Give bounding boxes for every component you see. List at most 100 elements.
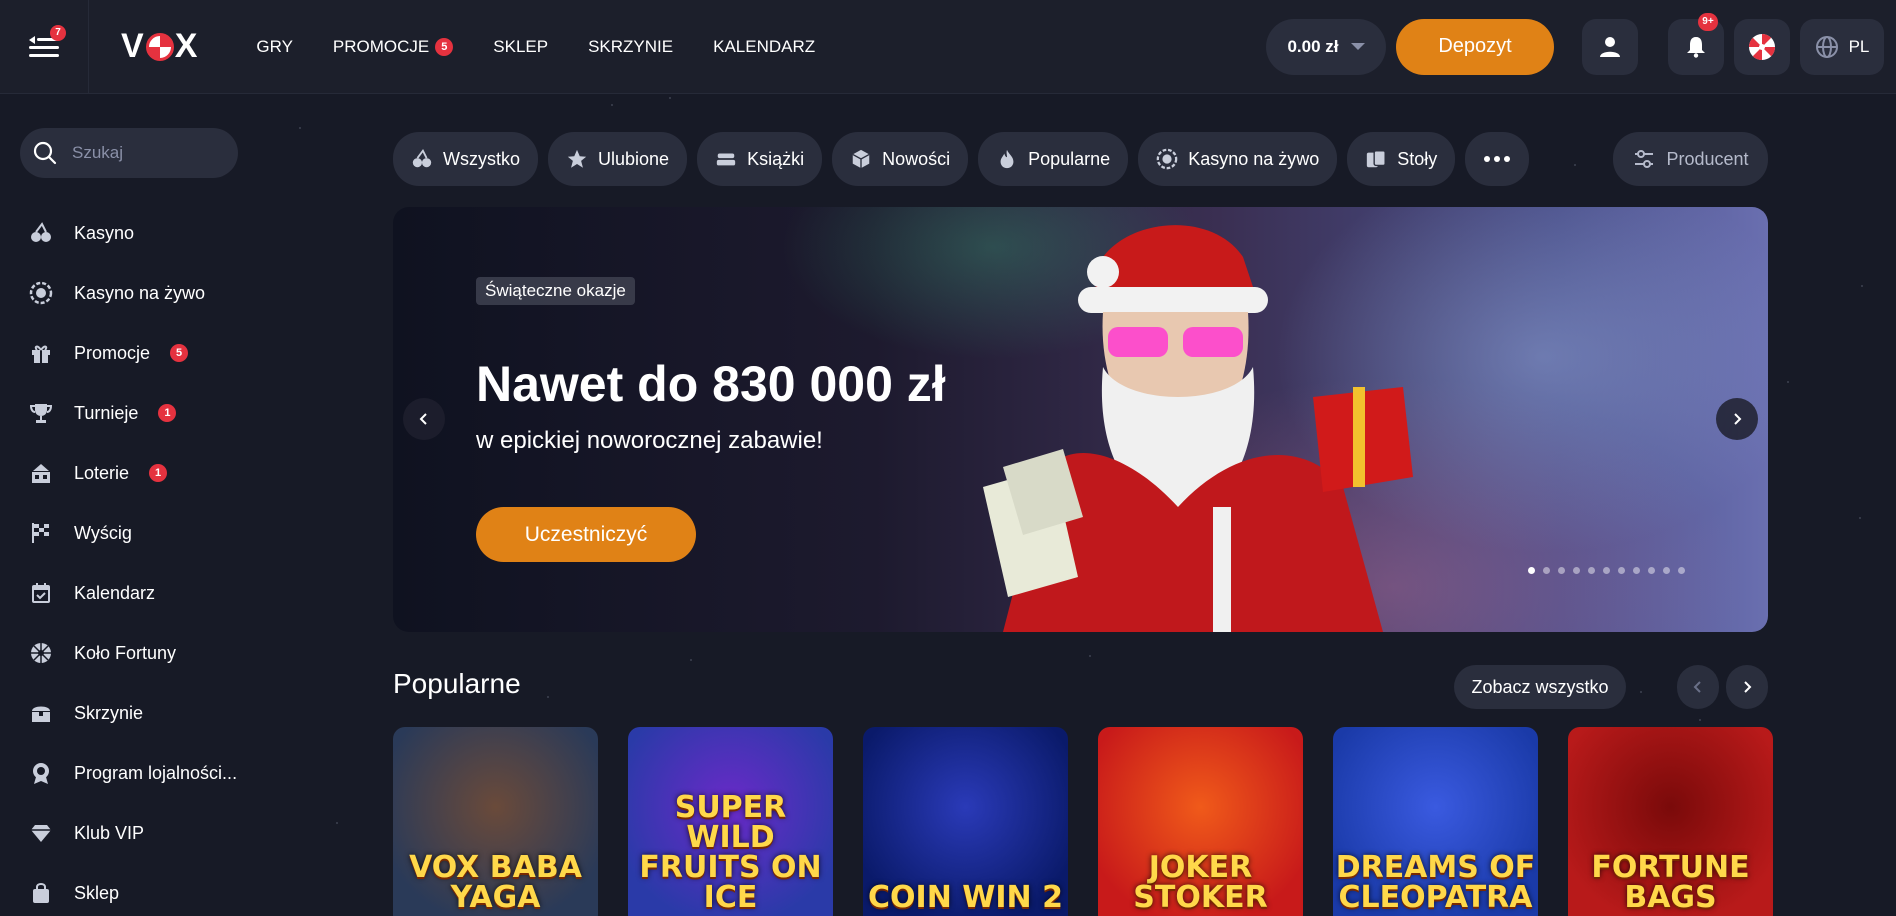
sidebar-item-turnieje[interactable]: Turnieje 1: [28, 383, 237, 443]
notifications-button[interactable]: 9+: [1668, 12, 1724, 75]
filter-ulubione[interactable]: Ulubione: [548, 132, 688, 186]
sidebar-item-badge: 1: [149, 464, 168, 482]
nav-skrzynie[interactable]: SKRZYNIE: [588, 37, 673, 57]
game-tile[interactable]: Vox Baba Yaga: [393, 727, 598, 916]
trophy-icon: [28, 400, 54, 426]
sidebar-item-label: Kalendarz: [74, 582, 156, 603]
pagination-dot[interactable]: [1648, 567, 1655, 574]
nav-promocje-badge: 5: [435, 37, 454, 56]
logo-text-x: X: [174, 27, 199, 65]
nav-kalendarz[interactable]: KALENDARZ: [713, 37, 815, 57]
pagination-dot[interactable]: [1618, 567, 1625, 574]
globe-icon: [1815, 35, 1838, 58]
game-title: Coin Win 2: [868, 880, 1063, 915]
sidebar-item-program-lojalnosci[interactable]: Program lojalności...: [28, 743, 237, 803]
fire-icon: [1000, 149, 1014, 169]
loyalty-icon: [28, 760, 54, 786]
profile-button[interactable]: [1582, 18, 1638, 75]
language-code: PL: [1848, 36, 1870, 56]
sliders-icon: [1635, 150, 1654, 168]
balance-value: 0.00 zł: [1287, 36, 1339, 56]
sidebar-item-sklep[interactable]: Sklep: [28, 863, 237, 916]
game-tile[interactable]: Fortune Bags: [1568, 727, 1773, 916]
main-nav: GRY PROMOCJE 5 SKLEP SKRZYNIE KALENDARZ: [256, 37, 815, 57]
sidebar-item-badge: 5: [170, 344, 189, 362]
popular-prev-button[interactable]: [1677, 665, 1719, 709]
see-all-button[interactable]: Zobacz wszystko: [1454, 665, 1626, 709]
menu-toggle-button[interactable]: 7: [0, 0, 89, 94]
popular-next-button[interactable]: [1726, 665, 1768, 709]
top-header: 7 VX GRY PROMOCJE 5 SKLEP SKRZYNIE KALEND…: [0, 0, 1896, 94]
language-selector[interactable]: PL: [1800, 18, 1884, 75]
game-tile[interactable]: Coin Win 2: [863, 727, 1068, 916]
bell-icon: [1687, 36, 1705, 58]
search-input[interactable]: [72, 143, 222, 163]
banner-cta-button[interactable]: Uczestniczyć: [476, 507, 696, 562]
filter-wszystko[interactable]: Wszystko: [393, 132, 539, 186]
sidebar-item-wyscig[interactable]: Wyścig: [28, 503, 237, 563]
cherries-icon: [412, 149, 432, 168]
balance-dropdown[interactable]: 0.00 zł: [1266, 18, 1386, 75]
chevron-right-icon: [1734, 413, 1742, 425]
game-tile[interactable]: Super Wild Fruits On Ice: [628, 727, 833, 916]
nav-promocje[interactable]: PROMOCJE 5: [333, 37, 454, 57]
filter-ksiazki[interactable]: Książki: [697, 132, 823, 186]
wheel-bonus-button[interactable]: [1734, 18, 1790, 75]
pagination-dot[interactable]: [1603, 567, 1610, 574]
banner-tag: Świąteczne okazje: [476, 277, 635, 305]
filter-kasyno-na-zywo[interactable]: Kasyno na żywo: [1138, 132, 1338, 186]
logo-o-emblem: [145, 32, 174, 61]
popular-games-row: Vox Baba Yaga Super Wild Fruits On Ice Coi…: [393, 727, 1773, 916]
promo-banner[interactable]: Świąteczne okazje Nawet do 830 000 zł w …: [393, 207, 1768, 632]
pagination-dot[interactable]: [1528, 567, 1535, 574]
sidebar-item-loterie[interactable]: Loterie 1: [28, 443, 237, 503]
pagination-dot[interactable]: [1663, 567, 1670, 574]
sidebar-item-kasyno-na-zywo[interactable]: Kasyno na żywo: [28, 263, 237, 323]
nav-gry[interactable]: GRY: [256, 37, 293, 57]
filter-label: Ulubione: [598, 148, 670, 169]
pagination-dot[interactable]: [1573, 567, 1580, 574]
sidebar-item-promocje[interactable]: Promocje 5: [28, 323, 237, 383]
filter-label: Wszystko: [443, 148, 521, 169]
pagination-dot[interactable]: [1558, 567, 1565, 574]
fortune-wheel-icon: [1749, 33, 1775, 60]
sidebar-item-label: Turnieje: [74, 402, 139, 423]
notifications-badge: 9+: [1698, 12, 1718, 31]
filter-nowosci[interactable]: Nowości: [832, 132, 969, 186]
filter-more-button[interactable]: [1465, 132, 1530, 186]
sidebar-item-label: Skrzynie: [74, 702, 144, 723]
sidebar-item-kolo-fortuny[interactable]: Koło Fortuny: [28, 623, 237, 683]
sidebar-menu: Kasyno Kasyno na żywo Promocje 5 Turniej…: [28, 203, 237, 916]
sidebar-item-kalendarz[interactable]: Kalendarz: [28, 563, 237, 623]
game-tile[interactable]: Joker Stoker: [1098, 727, 1303, 916]
live-chip-icon: [28, 280, 54, 306]
nav-sklep[interactable]: SKLEP: [493, 37, 548, 57]
sidebar-item-label: Sklep: [74, 882, 120, 903]
nav-gry-label: GRY: [256, 36, 293, 56]
filter-popularne[interactable]: Popularne: [978, 132, 1129, 186]
sidebar-item-skrzynie[interactable]: Skrzynie: [28, 683, 237, 743]
game-title: Vox Baba Yaga: [409, 850, 582, 915]
pagination-dot[interactable]: [1678, 567, 1685, 574]
more-dots-icon: [1484, 156, 1511, 162]
game-title: Dreams of Cleopatra: [1335, 850, 1536, 915]
vox-logo[interactable]: VX: [121, 27, 198, 66]
pagination-dot[interactable]: [1633, 567, 1640, 574]
banner-title: Nawet do 830 000 zł: [476, 356, 946, 412]
sidebar-item-kasyno[interactable]: Kasyno: [28, 203, 237, 263]
banner-prev-button[interactable]: [403, 398, 445, 440]
banner-pagination: [1528, 567, 1685, 574]
filter-stoly[interactable]: Stoły: [1347, 132, 1456, 186]
pagination-dot[interactable]: [1543, 567, 1550, 574]
banner-next-button[interactable]: [1716, 398, 1758, 440]
deposit-button[interactable]: Depozyt: [1396, 18, 1554, 75]
sidebar-item-label: Koło Fortuny: [74, 642, 177, 663]
game-tile[interactable]: Dreams of Cleopatra: [1333, 727, 1538, 916]
sidebar-item-klub-vip[interactable]: Klub VIP: [28, 803, 237, 863]
game-title: Fortune Bags: [1591, 850, 1750, 915]
popular-section-title: Popularne: [393, 668, 521, 699]
producer-filter-button[interactable]: Producent: [1613, 132, 1768, 186]
pagination-dot[interactable]: [1588, 567, 1595, 574]
chevron-down-icon: [1350, 43, 1365, 50]
search-box[interactable]: [20, 128, 238, 178]
